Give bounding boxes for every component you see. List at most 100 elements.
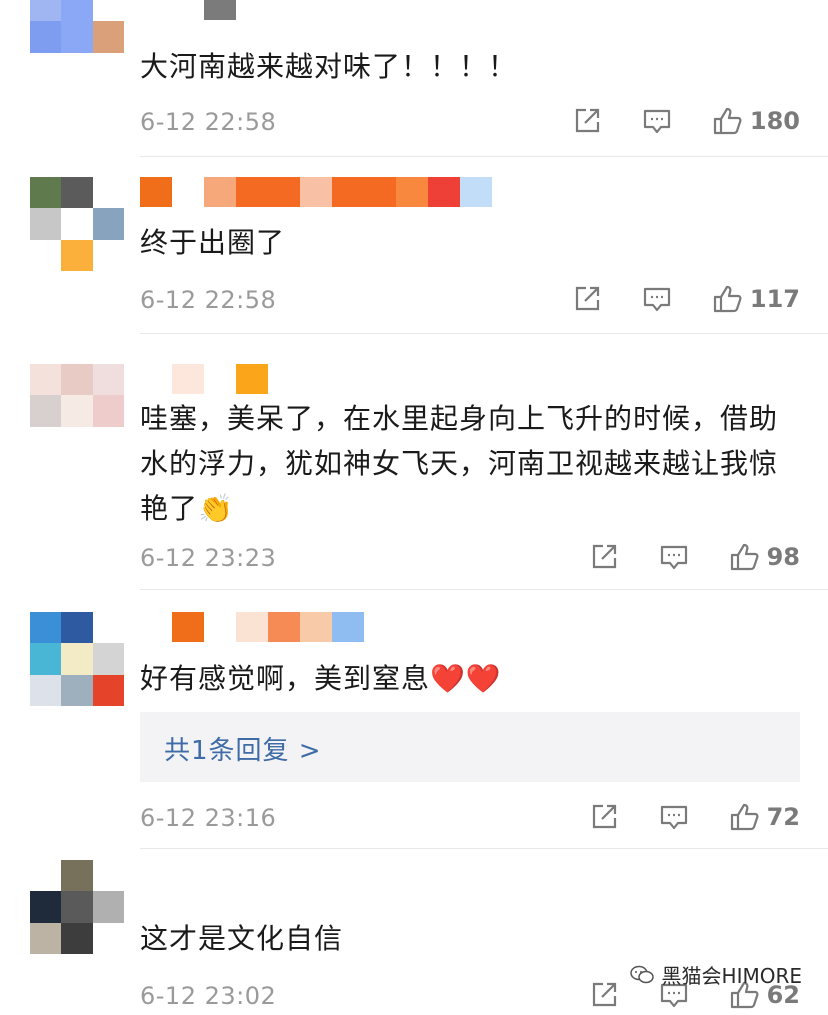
divider	[140, 848, 828, 849]
mosaic-cell	[172, 364, 204, 394]
mosaic-cell	[61, 208, 93, 240]
mosaic-cell	[30, 239, 62, 271]
comment-icon[interactable]	[659, 542, 689, 572]
mosaic-cell	[204, 0, 236, 20]
mosaic-cell	[92, 208, 124, 240]
divider	[140, 156, 828, 157]
comment-actions: 180	[572, 106, 800, 136]
mosaic-cell	[92, 364, 124, 396]
mosaic-cell	[61, 643, 93, 675]
mosaic-cell	[236, 612, 268, 642]
mosaic-cell	[30, 0, 62, 22]
comment-icon[interactable]	[642, 106, 672, 136]
like-button[interactable]: 98	[729, 542, 800, 572]
mosaic-cell	[428, 177, 460, 207]
mosaic-cell	[61, 0, 93, 22]
like-count: 72	[766, 803, 800, 831]
thumbs-up-icon	[729, 542, 759, 572]
like-count: 117	[749, 285, 800, 313]
mosaic-cell	[140, 177, 172, 207]
comment-icon[interactable]	[659, 802, 689, 832]
avatar[interactable]	[30, 860, 124, 954]
mosaic-cell	[332, 177, 364, 207]
mosaic-cell	[92, 21, 124, 53]
avatar[interactable]	[30, 612, 124, 706]
view-replies-link[interactable]: 共1条回复 >	[164, 730, 322, 767]
mosaic-cell	[61, 891, 93, 923]
comment-text: 终于出圈了	[140, 226, 286, 259]
comment-icon[interactable]	[642, 284, 672, 314]
mosaic-cell	[61, 177, 93, 209]
mosaic-cell	[172, 0, 204, 20]
watermark: 黑猫会HIMORE	[629, 960, 802, 989]
username-blurred[interactable]	[140, 612, 364, 642]
mosaic-cell	[140, 0, 172, 20]
reply-summary[interactable]: 共1条回复 >	[140, 712, 800, 782]
comment-actions: 117	[572, 284, 800, 314]
mosaic-cell	[204, 364, 236, 394]
mosaic-cell	[30, 674, 62, 706]
mosaic-cell	[30, 364, 62, 396]
mosaic-cell	[30, 612, 62, 644]
mosaic-cell	[30, 860, 62, 892]
share-icon[interactable]	[572, 106, 602, 136]
mosaic-cell	[236, 177, 268, 207]
share-icon[interactable]	[572, 284, 602, 314]
like-button[interactable]: 72	[729, 802, 800, 832]
mosaic-cell	[61, 922, 93, 954]
comment-time: 6-12 23:16	[140, 804, 277, 832]
mosaic-cell	[30, 643, 62, 675]
mosaic-cell	[92, 177, 124, 209]
mosaic-cell	[61, 674, 93, 706]
divider	[140, 333, 828, 334]
mosaic-cell	[92, 860, 124, 892]
mosaic-cell	[92, 239, 124, 271]
comment-text: 哇塞，美呆了，在水里起身向上飞升的时候，借助水的浮力，犹如神女飞天，河南卫视越来…	[140, 402, 779, 525]
comment-item: 好有感觉啊，美到窒息❤️❤️ 共1条回复 > 6-12 23:16 72	[0, 592, 828, 850]
comment-text: 好有感觉啊，美到窒息❤️❤️	[140, 662, 502, 695]
share-icon[interactable]	[589, 802, 619, 832]
comment-time: 6-12 23:02	[140, 982, 277, 1010]
clapping-hands-emoji: 👏	[198, 492, 234, 525]
mosaic-cell	[300, 612, 332, 642]
mosaic-cell	[30, 395, 62, 427]
mosaic-cell	[236, 364, 268, 394]
mosaic-cell	[61, 239, 93, 271]
avatar[interactable]	[30, 0, 124, 84]
comment-text: 这才是文化自信	[140, 922, 344, 955]
mosaic-cell	[30, 21, 62, 53]
comment-text: 大河南越来越对味了！！！！	[140, 50, 518, 83]
mosaic-cell	[30, 426, 62, 458]
username-blurred[interactable]	[140, 364, 268, 394]
share-icon[interactable]	[589, 980, 619, 1010]
wechat-icon	[629, 965, 654, 985]
comment-actions: 98	[589, 542, 800, 572]
mosaic-cell	[140, 612, 172, 642]
mosaic-cell	[92, 612, 124, 644]
mosaic-cell	[61, 612, 93, 644]
mosaic-cell	[172, 177, 204, 207]
comment-item: 哇塞，美呆了，在水里起身向上飞升的时候，借助水的浮力，犹如神女飞天，河南卫视越来…	[0, 336, 828, 592]
username-blurred[interactable]	[140, 177, 492, 207]
mosaic-cell	[204, 612, 236, 642]
comment-item: 大河南越来越对味了！！！！ 6-12 22:58 180	[0, 0, 828, 160]
mosaic-cell	[268, 177, 300, 207]
mosaic-cell	[61, 52, 93, 84]
like-button[interactable]: 180	[712, 106, 800, 136]
mosaic-cell	[92, 395, 124, 427]
mosaic-cell	[92, 0, 124, 22]
mosaic-cell	[92, 426, 124, 458]
avatar[interactable]	[30, 177, 124, 271]
avatar[interactable]	[30, 364, 124, 458]
comment-item: 这才是文化自信 6-12 23:02 62	[0, 850, 828, 1015]
thumbs-up-icon	[712, 284, 742, 314]
mosaic-cell	[92, 674, 124, 706]
mosaic-cell	[396, 177, 428, 207]
watermark-text: 黑猫会HIMORE	[661, 964, 802, 988]
share-icon[interactable]	[589, 542, 619, 572]
mosaic-cell	[61, 395, 93, 427]
username-blurred[interactable]	[140, 0, 236, 20]
mosaic-cell	[61, 860, 93, 892]
like-button[interactable]: 117	[712, 284, 800, 314]
mosaic-cell	[61, 21, 93, 53]
